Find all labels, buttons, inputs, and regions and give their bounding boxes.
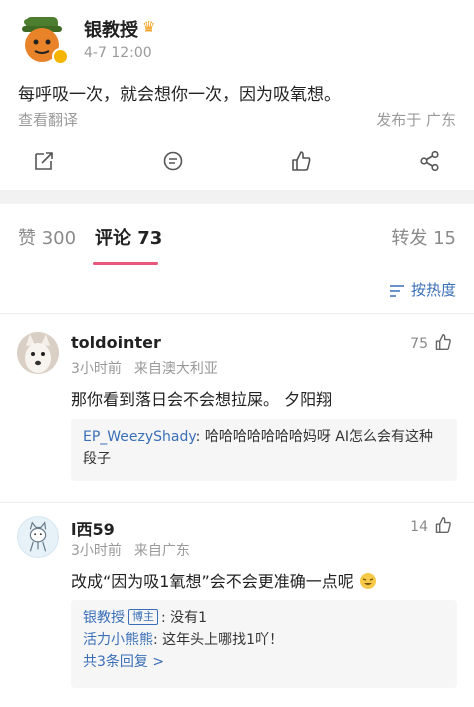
comment-text: 那你看到落日会不会想拉屎。 夕阳翔 <box>71 390 333 409</box>
comment-text: 改成“因为吸1氧想”会不会更准确一点呢 <box>71 568 377 592</box>
thumbs-up-icon <box>435 516 451 534</box>
weibo-post: 银教授 ♛ 4-7 12:00 每呼吸一次，就会想你一次，因为吸氧想。 查看翻译… <box>0 0 474 190</box>
reply-box[interactable]: 银教授 博主: 没有1 活力小熊熊: 这年头上哪找1吖！ 共3条回复 > <box>71 600 457 688</box>
sort-label: 按热度 <box>410 281 456 299</box>
cat-doodle-avatar-icon <box>29 521 47 552</box>
commenter-avatar[interactable] <box>17 516 59 558</box>
reply-user[interactable]: 活力小熊熊 <box>83 632 153 648</box>
comment-location: 来自广东 <box>133 543 190 559</box>
post-text: 每呼吸一次，就会想你一次，因为吸氧想。 <box>18 85 341 105</box>
commenter-name[interactable]: toldointer <box>71 333 161 352</box>
like-icon[interactable] <box>290 150 312 172</box>
tab-likes[interactable]: 赞 300 <box>18 224 76 250</box>
tab-reposts[interactable]: 转发 15 <box>391 224 456 250</box>
laughing-emoji-icon <box>359 573 376 589</box>
comment-time: 3小时前 <box>71 361 122 377</box>
comment-like-button[interactable]: 75 <box>410 333 452 352</box>
translate-link[interactable]: 查看翻译 <box>18 109 78 130</box>
comment-text-body: 改成“因为吸1氧想”会不会更准确一点呢 <box>71 572 354 591</box>
reply-text: : 没有1 <box>161 610 208 626</box>
comment-location: 来自澳大利亚 <box>133 361 218 377</box>
tab-bar: 赞 300 评论 73 转发 15 <box>0 204 474 266</box>
comment-like-count: 75 <box>410 336 428 352</box>
comment-like-button[interactable]: 14 <box>410 516 452 535</box>
comment-meta: 3小时前 来自澳大利亚 <box>71 358 218 378</box>
reply-text: : 这年头上哪找1吖！ <box>153 632 284 648</box>
reply-user[interactable]: EP_WeezyShady <box>83 429 196 445</box>
white-dog-avatar-icon <box>17 332 59 374</box>
thumbs-up-icon <box>435 333 451 351</box>
reply-line: 银教授 博主: 没有1 <box>83 607 445 629</box>
post-location: 发布于 广东 <box>376 111 456 129</box>
post-time: 4-7 12:00 <box>84 45 152 61</box>
reply-line: 活力小熊熊: 这年头上哪找1吖！ <box>83 629 445 651</box>
comment-meta: 3小时前 来自广东 <box>71 540 190 560</box>
commenter-avatar[interactable] <box>17 332 59 374</box>
active-tab-indicator <box>93 262 158 265</box>
crown-icon: ♛ <box>142 18 156 36</box>
sort-icon <box>389 284 404 297</box>
author-name[interactable]: 银教授 <box>84 16 138 42</box>
divider <box>0 313 474 314</box>
tab-comments[interactable]: 评论 73 <box>95 224 162 250</box>
more-replies-link[interactable]: 共3条回复 > <box>83 651 445 673</box>
comment-icon[interactable] <box>162 150 184 172</box>
commenter-name[interactable]: l西59 <box>71 516 115 540</box>
comment-like-count: 14 <box>410 519 428 535</box>
sort-button[interactable]: 按热度 <box>389 279 456 300</box>
reply-box[interactable]: EP_WeezyShady: 哈哈哈哈哈哈哈妈呀 AI怎么会有这种段子 <box>71 419 457 481</box>
comment-time: 3小时前 <box>71 543 122 559</box>
section-gap <box>0 190 474 204</box>
author-tag: 博主 <box>128 609 158 625</box>
verified-badge-icon <box>52 48 69 65</box>
reply-user[interactable]: 银教授 <box>83 610 125 626</box>
share-icon[interactable] <box>33 150 55 172</box>
forward-icon[interactable] <box>419 150 441 172</box>
comment-divider <box>0 502 474 503</box>
